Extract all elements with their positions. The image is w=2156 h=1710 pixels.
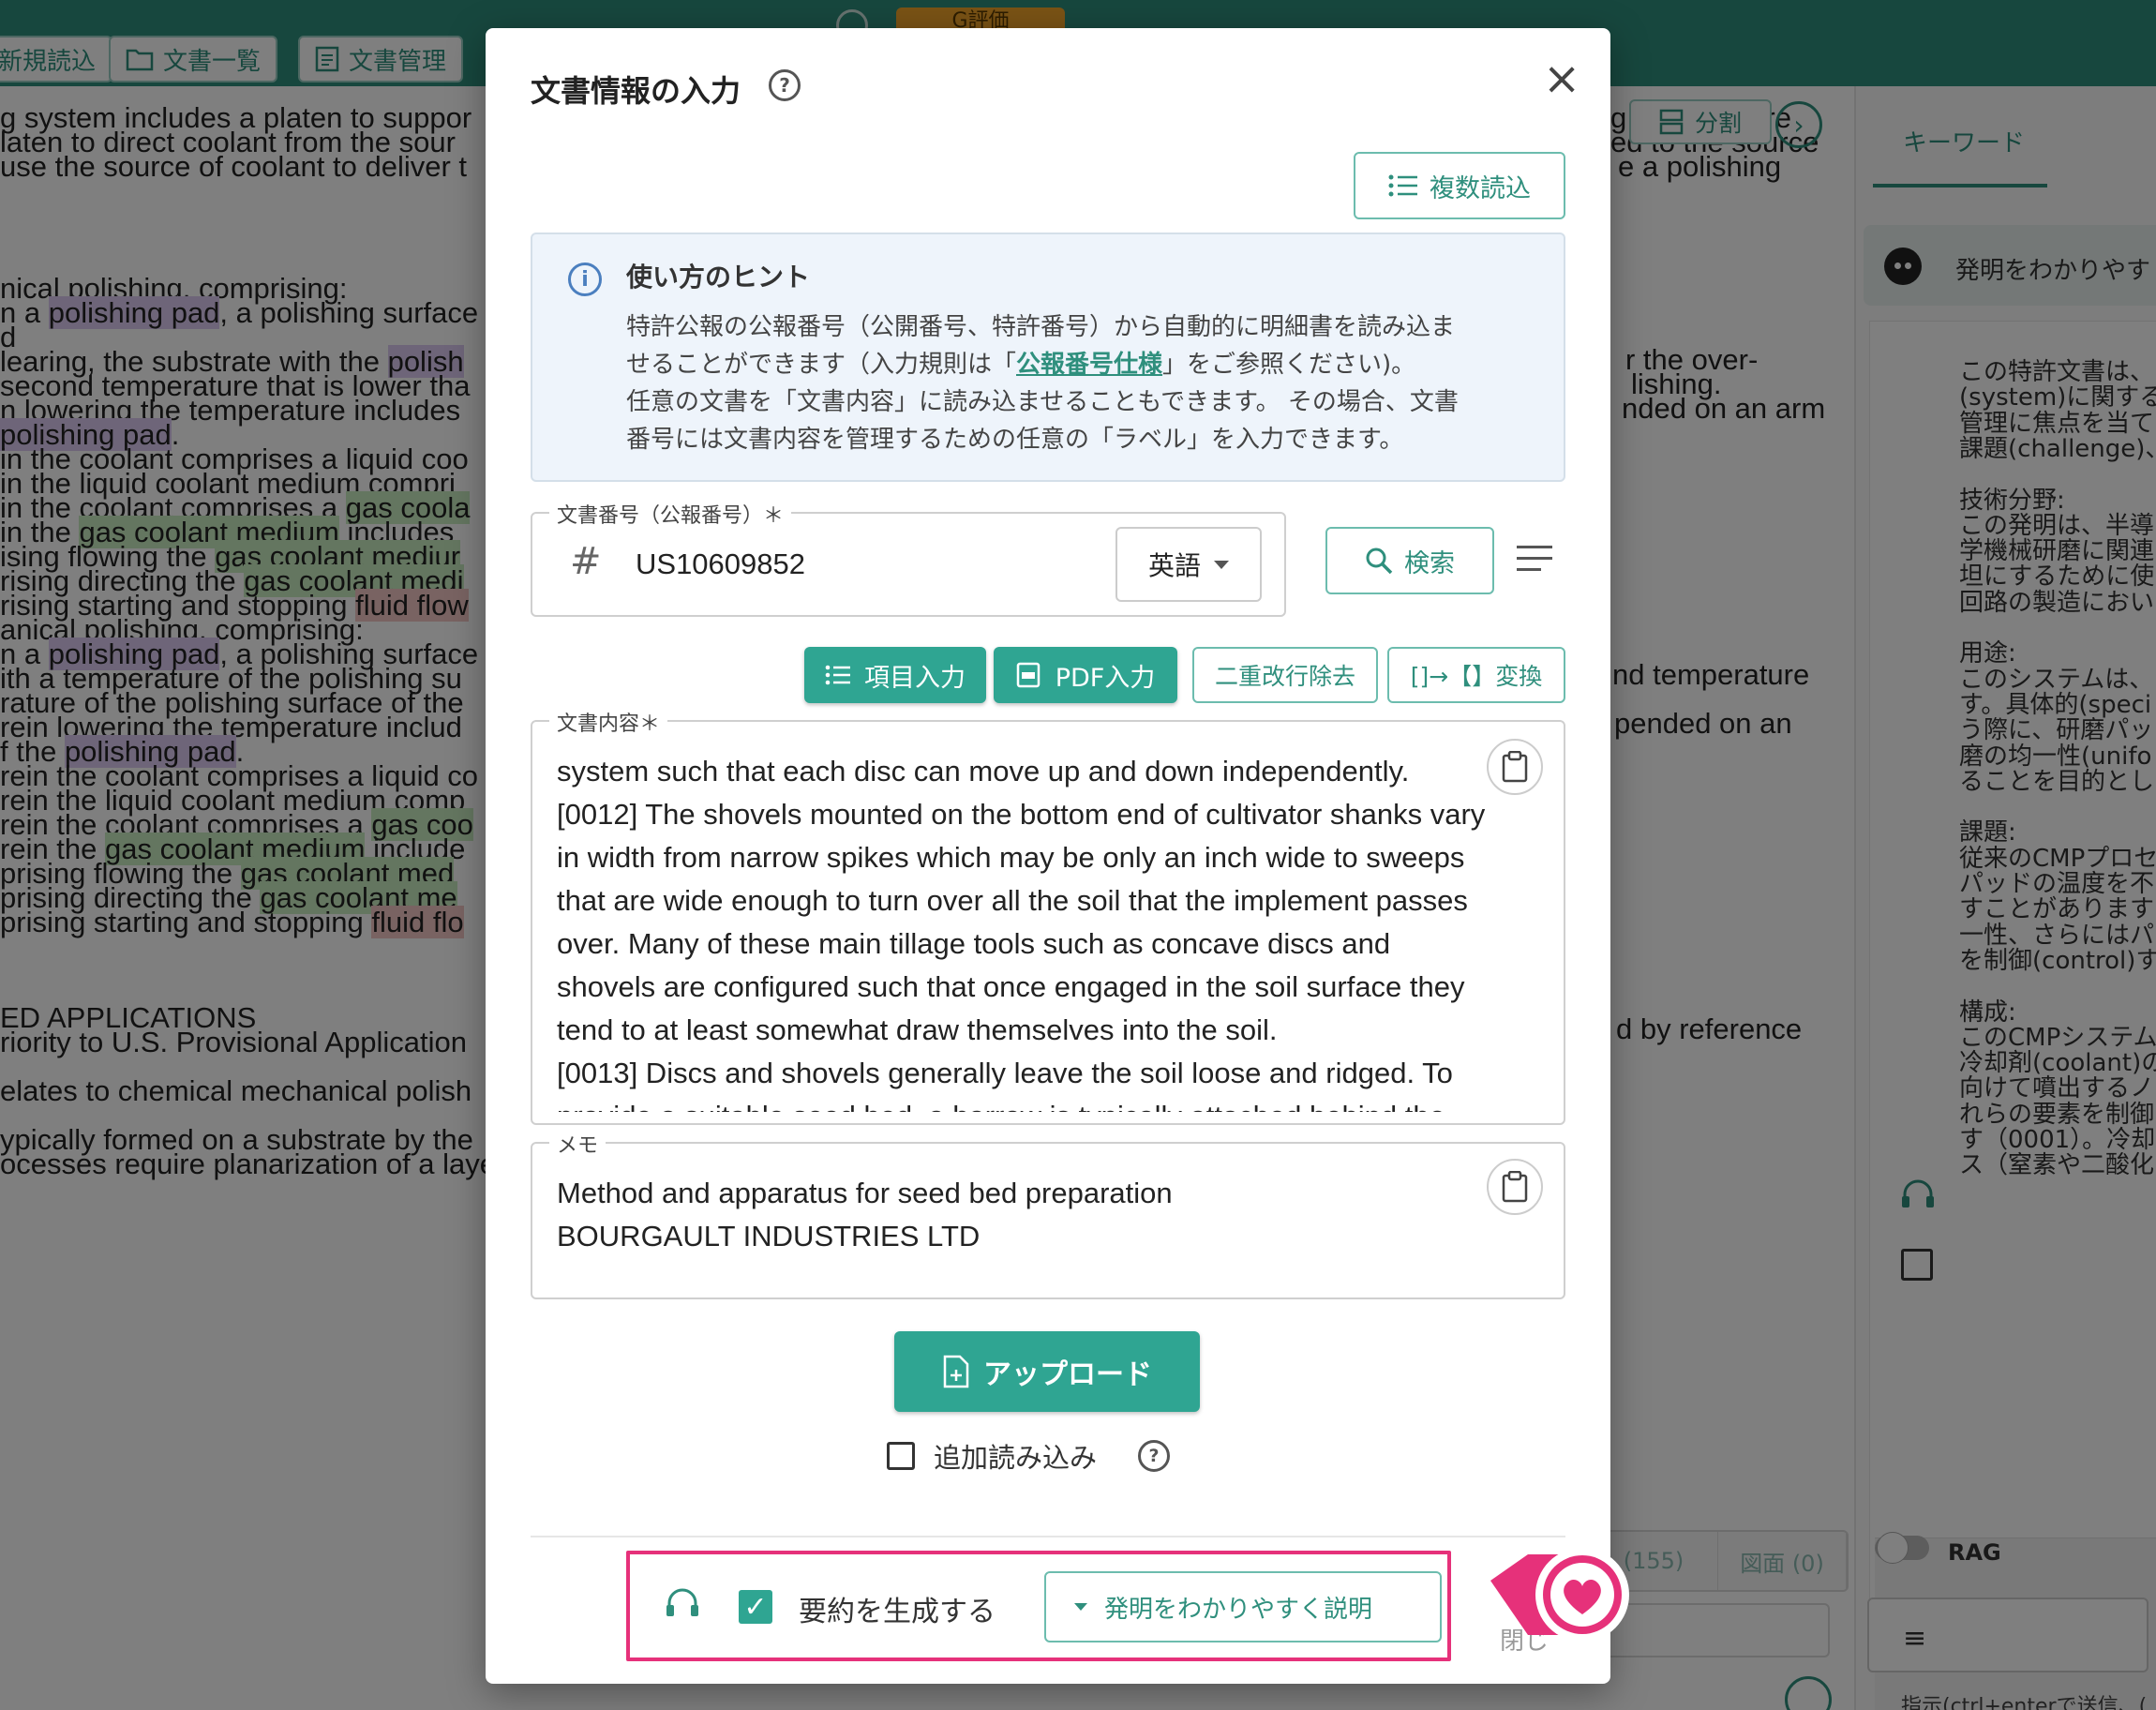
language-value: 英語 [1147,550,1201,581]
file-add-icon [943,1355,969,1388]
document-number-legend: 文書番号（公報番号）＊ [549,499,792,529]
additional-load-label: 追加読み込み [934,1442,1098,1474]
help-icon[interactable]: ? [769,69,801,101]
document-content-field: 文書内容＊ system such that each disc can mov… [531,707,1565,1125]
document-content-legend: 文書内容＊ [549,707,668,737]
content-line: tend to at least somewhat draw themselve… [557,1013,1278,1046]
pdf-input-button[interactable]: PDF入力 [994,647,1177,703]
language-select[interactable]: 英語 [1115,527,1262,602]
help-icon[interactable]: ? [1138,1440,1171,1472]
content-line: over. Many of these main tillage tools s… [557,927,1391,960]
content-line: shovels are configured such that once en… [557,970,1465,1003]
clipboard-icon[interactable] [1487,739,1543,795]
hint-line-2-pre: せることができます（入力規則は「 [626,351,1017,379]
content-line: [0012] The shovels mounted on the bottom… [557,798,1486,831]
heart-tag-icon[interactable] [1490,1543,1631,1646]
search-button[interactable]: 検索 [1325,527,1494,594]
headset-icon[interactable] [664,1586,701,1624]
usage-hint-box: i 使い方のヒント 特許公報の公報番号（公開番号、特許番号）から自動的に明細書を… [531,232,1565,482]
content-line: provide a suitable seed bed, a harrow is… [557,1095,1532,1112]
caret-down-icon [1074,1603,1087,1611]
bracket-convert-label: []→【】変換 [1410,663,1543,690]
hint-line-1: 特許公報の公報番号（公開番号、特許番号）から自動的に明細書を読み込ま [626,313,1456,341]
footer-divider [531,1536,1565,1538]
info-icon: i [568,262,602,296]
generate-summary-checkbox[interactable]: ✓ [739,1590,772,1624]
summary-style-label: 発明をわかりやすく説明 [1104,1595,1373,1624]
caret-down-icon [1214,560,1229,569]
content-line: [0013] Discs and shovels generally leave… [557,1057,1453,1089]
content-line: that are wide enough to turn over all th… [557,884,1468,917]
document-number-field: 文書番号（公報番号）＊ # US10609852 英語 [531,499,1286,617]
hint-title: 使い方のヒント [626,262,811,292]
multi-load-label: 複数読込 [1430,173,1531,203]
hint-line-3: 任意の文書を「文書内容」に読み込ませることもできます。 その場合、文書 [626,388,1459,416]
memo-line: Method and apparatus for seed bed prepar… [557,1177,1173,1209]
additional-load-row: 追加読み込み ? [887,1436,1171,1476]
content-line: in width from narrow spikes which may be… [557,841,1465,874]
generate-summary-label: 要約を生成する [799,1596,996,1628]
list-icon [825,665,850,685]
pdf-input-label: PDF入力 [1055,663,1156,693]
dialog-title: 文書情報の入力 [531,73,741,109]
document-number-input[interactable]: US10609852 [636,548,805,581]
multi-load-button[interactable]: 複数読込 [1354,152,1565,219]
memo-line: BOURGAULT INDUSTRIES LTD [557,1220,981,1252]
memo-legend: メモ [549,1129,606,1159]
summary-style-select[interactable]: 発明をわかりやすく説明 [1044,1571,1442,1642]
pdf-icon [1016,662,1040,688]
hint-line-2: せることができます（入力規則は「公報番号仕様」をご参照ください)。 [626,345,1415,380]
item-input-button[interactable]: 項目入力 [804,647,986,703]
content-line: system such that each disc can move up a… [557,755,1410,788]
search-icon [1366,548,1393,575]
document-content-textarea[interactable]: system such that each disc can move up a… [557,750,1532,1112]
memo-textarea[interactable]: Method and apparatus for seed bed prepar… [557,1172,1532,1284]
memo-field: メモ Method and apparatus for seed bed pre… [531,1129,1565,1299]
upload-label: アップロード [983,1358,1152,1391]
list-icon [1388,174,1417,197]
item-input-label: 項目入力 [864,663,966,693]
number-spec-link[interactable]: 公報番号仕様 [1016,351,1162,379]
hint-line-4: 番号には文書内容を管理するための任意の「ラベル」を入力できます。 [626,426,1404,454]
hash-icon: # [570,540,602,583]
clipboard-icon[interactable] [1487,1159,1543,1215]
menu-icon[interactable] [1517,546,1552,579]
close-icon[interactable]: × [1543,56,1580,101]
search-label: 検索 [1404,548,1455,578]
document-info-dialog: 文書情報の入力 ? × 複数読込 i 使い方のヒント 特許公報の公報番号（公開番… [486,28,1610,1684]
additional-load-checkbox[interactable] [887,1442,915,1470]
upload-button[interactable]: アップロード [894,1331,1200,1412]
summary-options-highlight: ✓ 要約を生成する 発明をわかりやすく説明 [626,1551,1451,1661]
remove-double-newline-button[interactable]: 二重改行除去 [1192,647,1378,703]
hint-line-2-post: 」をご参照ください)。 [1162,351,1416,379]
bracket-convert-button[interactable]: []→【】変換 [1387,647,1565,703]
remove-double-newline-label: 二重改行除去 [1214,663,1355,690]
